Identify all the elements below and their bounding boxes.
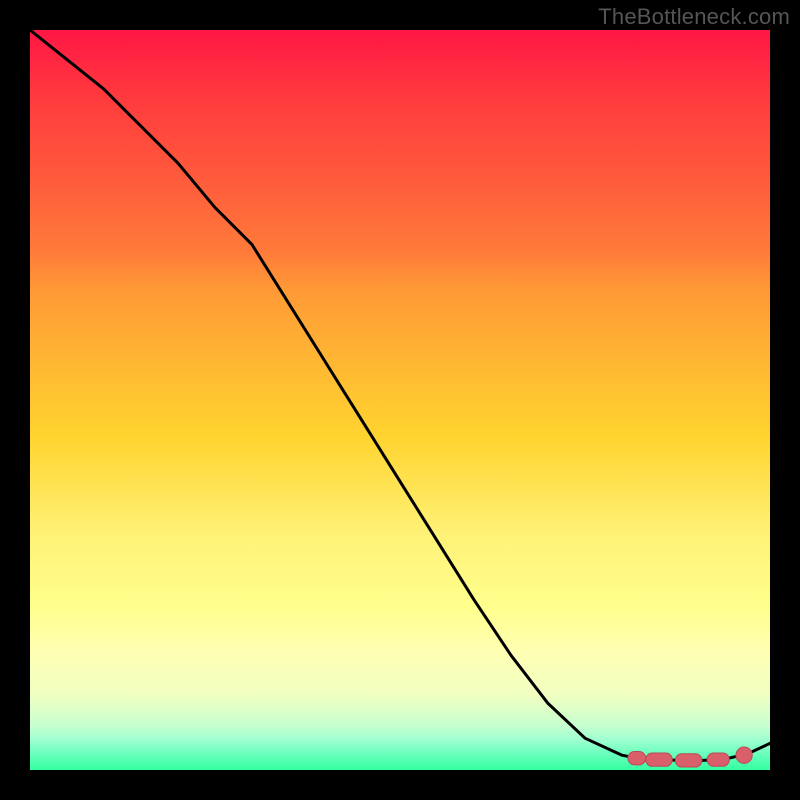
curve-group xyxy=(30,30,770,760)
plot-area xyxy=(30,30,770,770)
chart-svg xyxy=(30,30,770,770)
marker-pill xyxy=(707,753,729,766)
marker-dot xyxy=(736,747,752,763)
marker-pill xyxy=(628,752,646,765)
watermark-text: TheBottleneck.com xyxy=(598,4,790,30)
chart-frame: TheBottleneck.com xyxy=(0,0,800,800)
marker-pill xyxy=(675,754,702,767)
curve-line xyxy=(30,30,770,760)
marker-pill xyxy=(646,753,673,766)
